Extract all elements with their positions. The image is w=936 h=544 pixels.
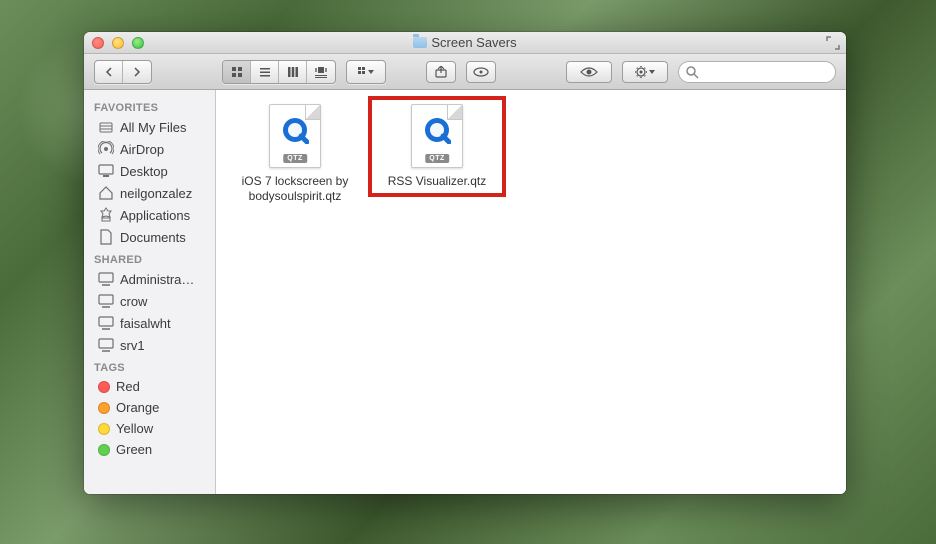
sidebar-item-label: Desktop	[120, 164, 168, 179]
search-field-container	[678, 61, 836, 83]
sidebar-header-shared: Shared	[84, 248, 215, 268]
sidebar-item-label: Red	[116, 379, 140, 394]
tag-dot-icon	[98, 402, 110, 414]
sidebar-item-documents[interactable]: Documents	[84, 226, 215, 248]
applications-icon	[98, 207, 114, 223]
close-button[interactable]	[92, 37, 104, 49]
computer-icon	[98, 293, 114, 309]
share-button[interactable]	[426, 61, 456, 83]
sidebar-item-shared-1[interactable]: crow	[84, 290, 215, 312]
quicklook-button[interactable]	[566, 61, 612, 83]
sidebar-item-tag-orange[interactable]: Orange	[84, 397, 215, 418]
column-view-button[interactable]	[279, 61, 307, 83]
sidebar-item-label: Applications	[120, 208, 190, 223]
fullscreen-icon[interactable]	[826, 36, 840, 50]
sidebar-item-label: faisalwht	[120, 316, 171, 331]
sidebar-item-tag-red[interactable]: Red	[84, 376, 215, 397]
icon-view-button[interactable]	[223, 61, 251, 83]
sidebar-item-applications[interactable]: Applications	[84, 204, 215, 226]
computer-icon	[98, 315, 114, 331]
all-my-files-icon	[98, 119, 114, 135]
sidebar-item-label: Green	[116, 442, 152, 457]
file-item[interactable]: QTZ iOS 7 lockscreen by bodysoulspirit.q…	[228, 98, 362, 210]
titlebar[interactable]: Screen Savers	[84, 32, 846, 54]
quicktime-icon	[423, 116, 451, 144]
sidebar-item-label: AirDrop	[120, 142, 164, 157]
search-field[interactable]	[678, 61, 836, 83]
search-icon	[685, 65, 699, 79]
finder-window: Screen Savers	[84, 32, 846, 494]
search-input[interactable]	[703, 65, 827, 79]
coverflow-view-button[interactable]	[307, 61, 335, 83]
tags-button[interactable]	[466, 61, 496, 83]
sidebar-item-shared-2[interactable]: faisalwht	[84, 312, 215, 334]
file-badge: QTZ	[283, 154, 307, 163]
folder-icon	[413, 37, 427, 48]
sidebar-item-desktop[interactable]: Desktop	[84, 160, 215, 182]
qtz-file-icon: QTZ	[411, 104, 463, 168]
sidebar-item-airdrop[interactable]: AirDrop	[84, 138, 215, 160]
forward-button[interactable]	[123, 61, 151, 83]
action-button[interactable]	[622, 61, 668, 83]
window-controls	[92, 37, 144, 49]
tag-dot-icon	[98, 444, 110, 456]
back-button[interactable]	[95, 61, 123, 83]
sidebar: Favorites All My Files AirDrop Desktop n…	[84, 90, 216, 494]
sidebar-header-tags: Tags	[84, 356, 215, 376]
sidebar-item-label: Administra…	[120, 272, 194, 287]
tag-dot-icon	[98, 423, 110, 435]
window-body: Favorites All My Files AirDrop Desktop n…	[84, 90, 846, 494]
sidebar-item-label: Yellow	[116, 421, 153, 436]
sidebar-item-tag-yellow[interactable]: Yellow	[84, 418, 215, 439]
file-item[interactable]: QTZ RSS Visualizer.qtz	[370, 98, 504, 195]
file-grid[interactable]: QTZ iOS 7 lockscreen by bodysoulspirit.q…	[216, 90, 846, 494]
quicktime-icon	[281, 116, 309, 144]
zoom-button[interactable]	[132, 37, 144, 49]
file-name-label: RSS Visualizer.qtz	[388, 174, 487, 189]
title-text: Screen Savers	[431, 35, 516, 50]
sidebar-item-tag-green[interactable]: Green	[84, 439, 215, 460]
sidebar-item-label: srv1	[120, 338, 145, 353]
file-badge: QTZ	[425, 154, 449, 163]
sidebar-item-shared-3[interactable]: srv1	[84, 334, 215, 356]
sidebar-item-label: Orange	[116, 400, 159, 415]
sidebar-item-label: Documents	[120, 230, 186, 245]
sidebar-item-label: All My Files	[120, 120, 186, 135]
minimize-button[interactable]	[112, 37, 124, 49]
sidebar-item-home[interactable]: neilgonzalez	[84, 182, 215, 204]
sidebar-header-favorites: Favorites	[84, 96, 215, 116]
home-icon	[98, 185, 114, 201]
desktop-icon	[98, 163, 114, 179]
view-mode-buttons	[222, 60, 336, 84]
toolbar	[84, 54, 846, 90]
qtz-file-icon: QTZ	[269, 104, 321, 168]
computer-icon	[98, 271, 114, 287]
sidebar-item-label: crow	[120, 294, 147, 309]
file-name-label: iOS 7 lockscreen by bodysoulspirit.qtz	[230, 174, 360, 204]
window-title: Screen Savers	[84, 35, 846, 50]
nav-buttons	[94, 60, 152, 84]
sidebar-item-shared-0[interactable]: Administra…	[84, 268, 215, 290]
list-view-button[interactable]	[251, 61, 279, 83]
sidebar-item-label: neilgonzalez	[120, 186, 192, 201]
computer-icon	[98, 337, 114, 353]
documents-icon	[98, 229, 114, 245]
arrange-button-group	[346, 60, 386, 84]
sidebar-item-all-my-files[interactable]: All My Files	[84, 116, 215, 138]
tag-dot-icon	[98, 381, 110, 393]
arrange-button[interactable]	[347, 61, 385, 83]
airdrop-icon	[98, 141, 114, 157]
